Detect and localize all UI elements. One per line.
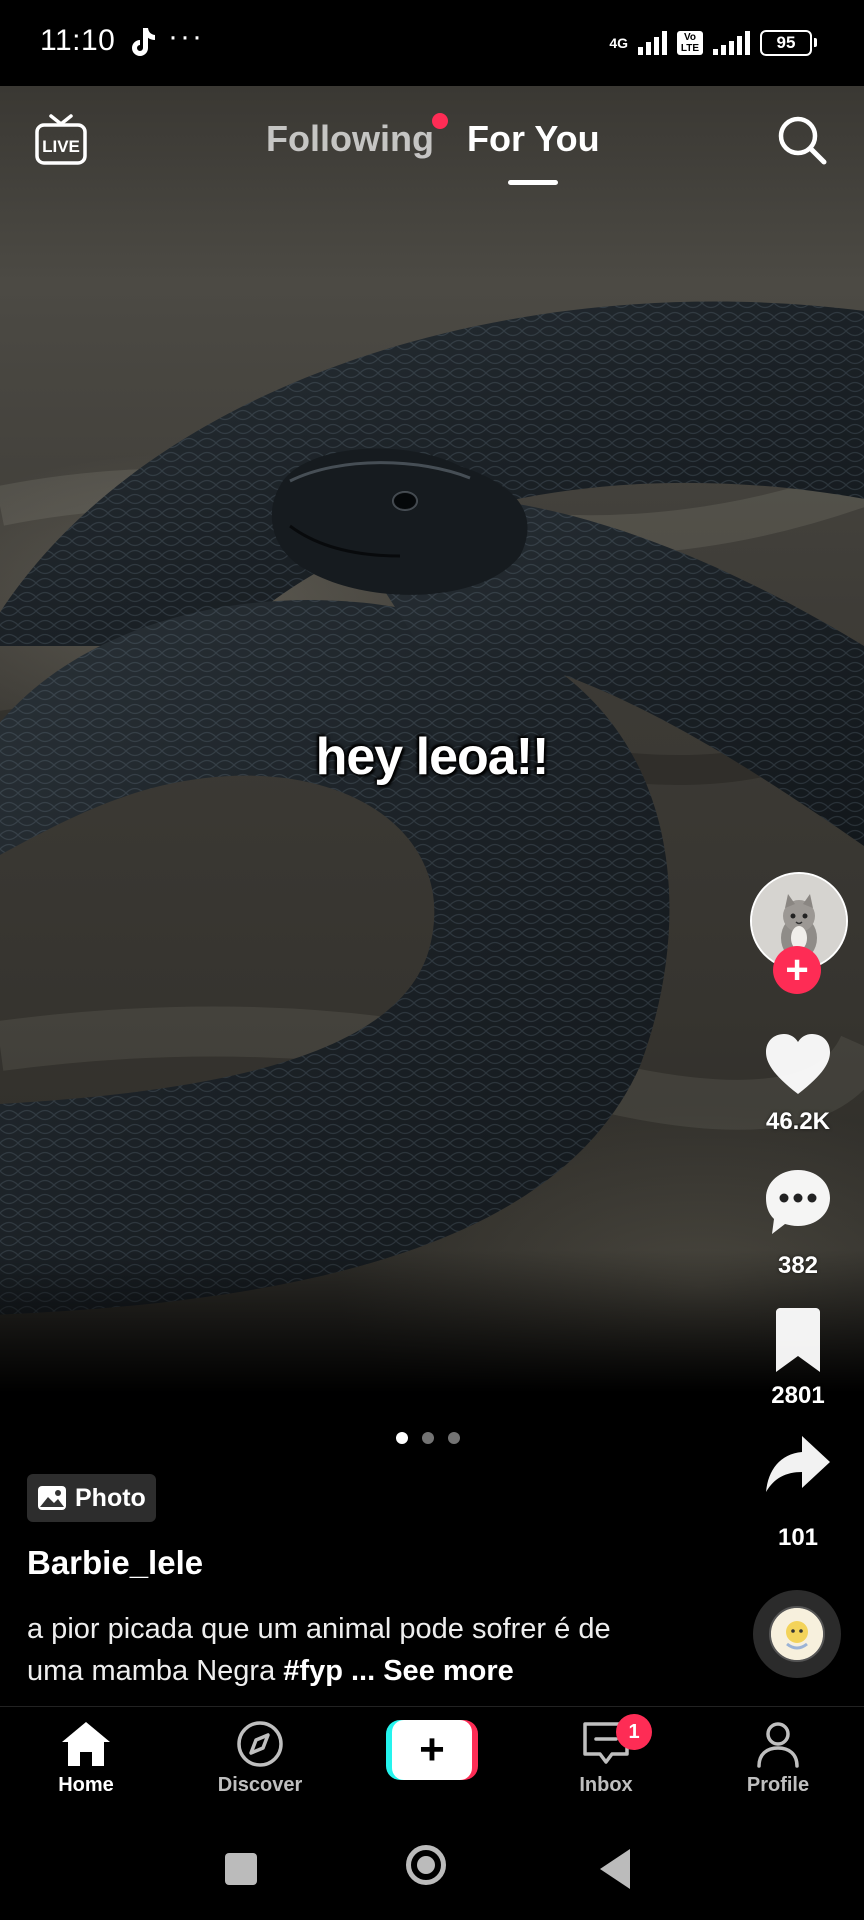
like-count: 46.2K	[765, 1108, 831, 1135]
active-tab-indicator	[508, 180, 558, 185]
compass-icon	[237, 1721, 283, 1767]
sound-cover-image	[769, 1606, 825, 1662]
bookmark-icon[interactable]	[762, 1306, 834, 1378]
battery-indicator: 95	[760, 30, 817, 56]
create-button[interactable]: +	[386, 1720, 478, 1780]
tiktok-icon	[132, 28, 155, 56]
volte-badge: Vo LTE	[677, 31, 703, 55]
nav-inbox-label: Inbox	[579, 1774, 633, 1796]
signal-icon	[638, 31, 667, 55]
search-icon[interactable]	[776, 114, 828, 166]
carousel-indicator	[396, 1432, 460, 1444]
bookmark-count: 2801	[771, 1382, 825, 1409]
live-label: LIVE	[42, 137, 80, 156]
following-notification-dot	[432, 113, 448, 129]
system-home-dot	[417, 1856, 435, 1874]
live-button[interactable]: LIVE	[34, 114, 88, 166]
photo-overlay-text: hey leoa!!	[315, 728, 550, 786]
signal-icon	[713, 31, 750, 55]
music-disc[interactable]	[753, 1590, 841, 1678]
nav-discover[interactable]: Discover	[190, 1720, 330, 1797]
share-count: 101	[777, 1524, 819, 1551]
photo-fade	[0, 1250, 864, 1400]
creator-username[interactable]: Barbie_lele	[27, 1544, 203, 1582]
post-description[interactable]: a pior picada que um animal pode sofrer …	[27, 1608, 667, 1692]
inbox-badge: 1	[616, 1714, 652, 1750]
nav-profile-label: Profile	[746, 1774, 810, 1796]
photo-badge: Photo	[27, 1474, 156, 1522]
photo-badge-label: Photo	[75, 1483, 146, 1512]
nav-discover-label: Discover	[217, 1774, 303, 1796]
carousel-dot	[448, 1432, 460, 1444]
photo-icon	[38, 1486, 66, 1510]
follow-button[interactable]: +	[773, 946, 821, 994]
nav-profile[interactable]: Profile	[708, 1720, 848, 1797]
home-icon	[62, 1722, 110, 1766]
status-time: 11:10	[40, 24, 116, 57]
description-ellipsis: ...	[350, 1655, 376, 1687]
see-more-button[interactable]: See more	[383, 1655, 514, 1687]
system-back-button[interactable]	[600, 1849, 630, 1889]
heart-icon[interactable]	[762, 1030, 834, 1102]
network-type: 4G	[609, 35, 628, 51]
status-indicators: 4G Vo LTE 95	[609, 26, 817, 60]
plus-icon: +	[392, 1720, 472, 1780]
nav-home-label: Home	[58, 1774, 114, 1796]
system-home-button[interactable]	[406, 1845, 446, 1885]
tab-for-you[interactable]: For You	[467, 118, 600, 160]
profile-icon	[757, 1722, 799, 1768]
status-more-icon: ···	[168, 20, 204, 53]
tab-following[interactable]: Following	[266, 118, 434, 160]
carousel-dot	[396, 1432, 408, 1444]
share-icon[interactable]	[762, 1430, 834, 1502]
recent-apps-button[interactable]	[225, 1853, 257, 1885]
nav-home[interactable]: Home	[16, 1720, 156, 1797]
carousel-dot	[422, 1432, 434, 1444]
comment-icon[interactable]	[762, 1166, 834, 1238]
nav-inbox[interactable]: Inbox	[536, 1720, 676, 1797]
hashtag-link[interactable]: #fyp	[283, 1655, 343, 1687]
comment-count: 382	[777, 1252, 819, 1279]
